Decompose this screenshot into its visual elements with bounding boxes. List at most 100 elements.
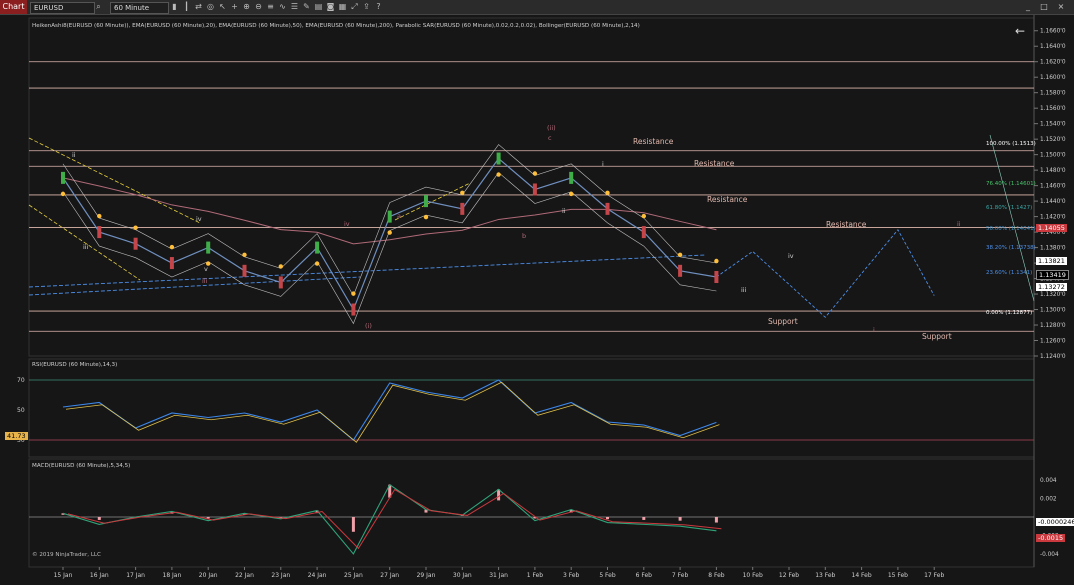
- macd-histogram-bar: [97, 517, 101, 520]
- price-candle: [714, 271, 719, 284]
- sync-icon[interactable]: ⇄: [194, 2, 203, 12]
- price-tick-label: 1.1520'0: [1040, 137, 1066, 143]
- price-tick-label: 1.1260'0: [1040, 339, 1066, 345]
- sar-dot: [423, 214, 429, 220]
- price-candle: [61, 171, 65, 184]
- price-candle: [569, 171, 574, 184]
- candles-icon[interactable]: ┃: [182, 2, 191, 12]
- x-tick-label: 15 Jan: [54, 572, 73, 579]
- pointer-icon[interactable]: ↖: [218, 2, 227, 12]
- sar-dot: [387, 230, 392, 235]
- sar-dot: [460, 190, 465, 196]
- price-tick-label: 1.1620'0: [1040, 60, 1066, 66]
- sar-dot: [677, 252, 683, 258]
- share-icon[interactable]: ⇪: [362, 2, 371, 12]
- x-tick-label: 25 Jan: [344, 572, 363, 579]
- wave-label-c: c: [548, 134, 552, 142]
- instrument-selector[interactable]: EURUSD: [30, 2, 95, 14]
- price-tick-label: 1.1480'0: [1040, 168, 1066, 174]
- wave-label-iv-c: iv: [788, 252, 794, 260]
- price-tick-label: 1.1580'0: [1040, 91, 1066, 97]
- price-candle: [641, 226, 646, 239]
- macd-tag-b: -0.0015: [1036, 534, 1066, 542]
- sar-dot: [532, 171, 538, 176]
- minimize-button[interactable]: _: [1023, 1, 1033, 12]
- maximize-button[interactable]: □: [1039, 1, 1049, 12]
- x-tick-label: 14 Feb: [852, 572, 872, 579]
- zoom-in-icon[interactable]: ⊕: [242, 2, 251, 12]
- resistance-label-1: Resistance: [633, 137, 674, 146]
- macd-label: MACD(EURUSD (60 Minute),5,34,5): [32, 463, 130, 469]
- indicator-icon[interactable]: ∿: [278, 2, 287, 12]
- price-tick-label: 1.1540'0: [1040, 122, 1066, 128]
- price-tag-ema200: 1.14055: [1036, 224, 1067, 232]
- list-icon[interactable]: ▤: [314, 2, 323, 12]
- x-tick-label: 24 Jan: [308, 572, 327, 579]
- x-tick-label: 12 Feb: [779, 572, 799, 579]
- wave-label-iv-b: iv: [344, 220, 350, 228]
- fib-label-76: 76.40% (1.14601): [986, 181, 1036, 187]
- sar-dot: [169, 244, 175, 250]
- x-tick-label: 10 Feb: [743, 572, 763, 579]
- macd-tick-label: 0.004: [1040, 478, 1057, 484]
- macd-tag-a: -0.0000246: [1036, 518, 1074, 526]
- x-tick-label: 20 Jan: [199, 572, 218, 579]
- price-tick-label: 1.1640'0: [1040, 44, 1066, 50]
- grid-icon[interactable]: ▦: [338, 2, 347, 12]
- chart-tab[interactable]: Chart: [0, 0, 27, 14]
- wave-label-ii-a: ii: [72, 151, 76, 159]
- fib-label-50: 50.00% (1.14041): [986, 226, 1036, 232]
- price-tick-label: 1.1280'0: [1040, 323, 1066, 329]
- question-icon[interactable]: ?: [374, 2, 383, 12]
- wave-label-iii-b: iii: [202, 277, 208, 285]
- price-candle: [532, 183, 537, 196]
- x-tick-label: 30 Jan: [453, 572, 472, 579]
- price-tick-label: 1.1500'0: [1040, 153, 1066, 159]
- sar-dot: [242, 252, 247, 258]
- sar-dot: [97, 213, 102, 219]
- expand-icon[interactable]: ⤢: [350, 2, 359, 12]
- price-candle: [278, 276, 283, 289]
- x-tick-label: 27 Jan: [380, 572, 399, 579]
- price-candle: [97, 226, 102, 239]
- price-candle: [424, 195, 428, 208]
- price-candle: [351, 303, 356, 316]
- x-tick-label: 8 Feb: [708, 572, 725, 579]
- copyright-text: © 2019 NinjaTrader, LLC: [32, 551, 101, 558]
- bar-type-icon[interactable]: ▮: [170, 2, 179, 12]
- price-tag-ema20: 1.13821: [1036, 257, 1067, 265]
- fib-label-38: 38.20% (1.13738): [986, 245, 1036, 251]
- chart-toolbar: Chart EURUSD ⌕ 60 Minute ▮ ┃ ⇄ ◎ ↖ + ⊕ ⊖…: [0, 0, 1074, 15]
- drawing-icon[interactable]: ✎: [302, 2, 311, 12]
- strategy-icon[interactable]: ≡: [266, 2, 275, 12]
- x-axis: 15 Jan 16 Jan 17 Jan 18 Jan 20 Jan 22 Jan 23 J…: [54, 567, 944, 579]
- x-tick-label: 16 Jan: [90, 572, 109, 579]
- chart-canvas[interactable]: HeikenAshi8(EURUSD (60 Minute)), EMA(EUR…: [0, 15, 1074, 585]
- period-selector[interactable]: 60 Minute: [110, 2, 169, 14]
- zoom-out-icon[interactable]: ⊖: [254, 2, 263, 12]
- sar-dot: [605, 190, 610, 196]
- close-button[interactable]: ×: [1056, 1, 1066, 12]
- macd-tick-label: 0.002: [1040, 497, 1057, 503]
- rsi-current-tag: 41.73: [5, 432, 28, 440]
- camera-icon[interactable]: ◙: [326, 2, 335, 12]
- wave-label-ii-b: ii: [562, 207, 566, 215]
- zoom-icon[interactable]: ◎: [206, 2, 215, 12]
- wave-label-ii-c: ii: [957, 220, 961, 228]
- sar-dot: [351, 291, 356, 296]
- x-tick-label: 18 Jan: [163, 572, 182, 579]
- search-icon[interactable]: ⌕: [94, 2, 103, 12]
- sar-dot: [496, 172, 501, 177]
- crosshair-icon[interactable]: +: [230, 2, 239, 12]
- x-tick-label: 15 Feb: [888, 572, 908, 579]
- properties-icon[interactable]: ☰: [290, 2, 299, 12]
- x-tick-label: 17 Jan: [126, 572, 145, 579]
- sar-dot: [569, 191, 574, 197]
- back-arrow-icon[interactable]: ←: [1015, 24, 1025, 38]
- rsi-tick-label: 70: [17, 377, 25, 384]
- sar-dot: [133, 225, 138, 230]
- x-tick-label: 23 Jan: [271, 572, 290, 579]
- price-candle: [605, 202, 610, 215]
- price-tick-label: 1.1320'0: [1040, 292, 1066, 298]
- x-tick-label: 22 Jan: [235, 572, 254, 579]
